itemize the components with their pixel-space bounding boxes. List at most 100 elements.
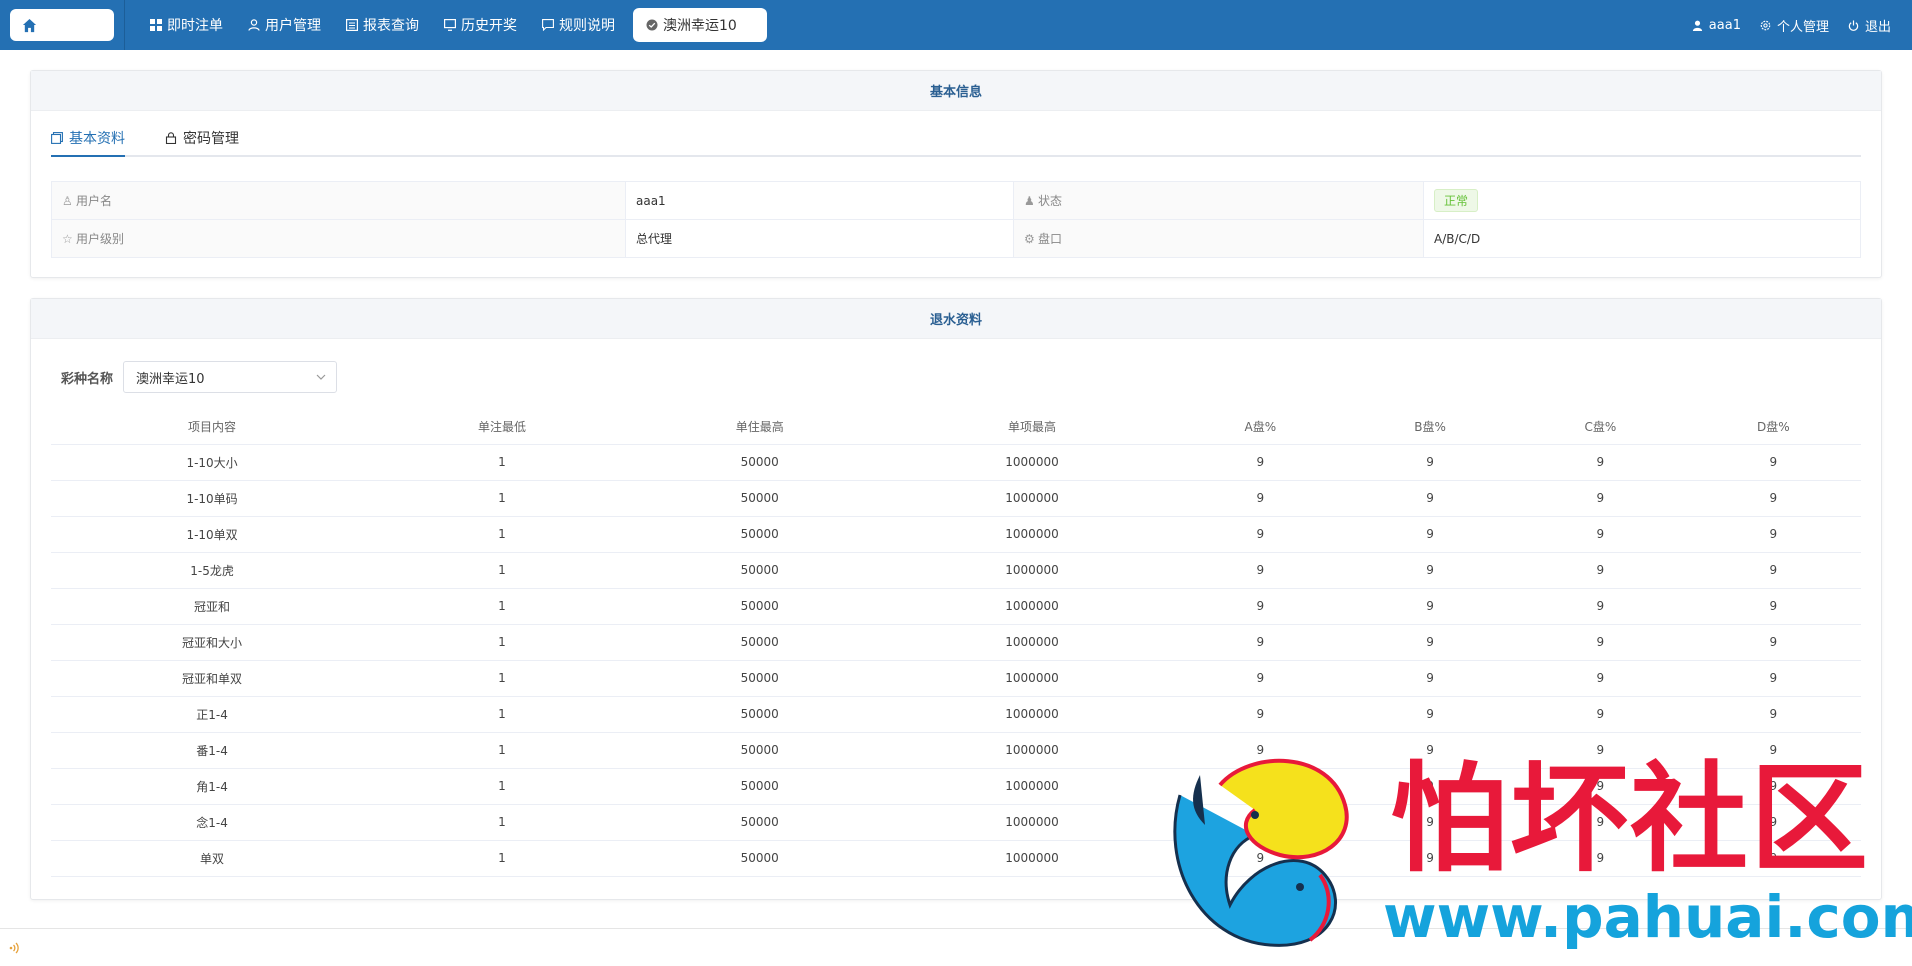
- table-cell: 冠亚和单双: [51, 660, 374, 697]
- profile-label: 个人管理: [1776, 19, 1829, 35]
- table-cell: 1: [373, 696, 631, 733]
- nav-item-rules[interactable]: 规则说明: [529, 8, 627, 42]
- table-cell: 1000000: [888, 732, 1176, 769]
- nav-item-label: 规则说明: [559, 18, 615, 34]
- table-row: 正1-4 1 50000 1000000 9 9 9 9: [51, 696, 1861, 733]
- table-cell: 念1-4: [51, 804, 374, 841]
- table-cell: 1-10大小: [51, 444, 374, 481]
- nav-item-reports[interactable]: 报表查询: [333, 8, 431, 42]
- logout-label: 退出: [1864, 19, 1891, 35]
- table-cell: 9: [1515, 696, 1686, 733]
- table-cell: 9: [1175, 696, 1346, 733]
- game-select[interactable]: 澳洲幸运10: [123, 361, 338, 393]
- table-cell: 9: [1175, 552, 1346, 589]
- check-circle-icon: [645, 19, 658, 32]
- table-cell: 番1-4: [51, 732, 374, 769]
- status-value-cell: 正常: [1423, 181, 1861, 220]
- watermark-url: www.pahuai.com: [1383, 883, 1912, 951]
- tab-password[interactable]: 密码管理: [165, 129, 239, 155]
- tab-label: 基本资料: [69, 131, 125, 147]
- table-cell: 1: [373, 804, 631, 841]
- table-cell: 50000: [630, 588, 889, 625]
- user-icon: [247, 19, 260, 32]
- level-value: 总代理: [625, 219, 1014, 258]
- table-row: 冠亚和大小 1 50000 1000000 9 9 9 9: [51, 624, 1861, 661]
- table-cell: 1: [373, 552, 631, 589]
- profile-button[interactable]: 个人管理: [1750, 8, 1838, 42]
- power-icon: [1847, 19, 1860, 32]
- table-row: 1-5龙虎 1 50000 1000000 9 9 9 9: [51, 552, 1861, 589]
- level-label-cell: ☆ 用户级别: [51, 219, 626, 258]
- column-header: C盘%: [1515, 410, 1686, 445]
- tab-current-game[interactable]: 澳洲幸运10: [633, 8, 767, 42]
- user-icon: ♙: [62, 194, 73, 208]
- table-cell: 50000: [630, 840, 889, 877]
- table-cell: 9: [1175, 588, 1346, 625]
- nav-item-users[interactable]: 用户管理: [235, 8, 333, 42]
- basic-tabs: 基本资料 密码管理: [51, 129, 1861, 157]
- column-header: 单项最高: [888, 410, 1176, 445]
- tab-basic-profile[interactable]: 基本资料: [51, 129, 125, 157]
- table-cell: 50000: [630, 732, 889, 769]
- table-cell: 9: [1685, 588, 1861, 625]
- table-cell: 9: [1685, 624, 1861, 661]
- table-cell: 1000000: [888, 624, 1176, 661]
- table-cell: 50000: [630, 768, 889, 805]
- table-cell: 9: [1685, 696, 1861, 733]
- table-cell: 1000000: [888, 840, 1176, 877]
- table-cell: 9: [1685, 516, 1861, 553]
- table-cell: 1: [373, 768, 631, 805]
- tab-label: 澳洲幸运10: [663, 18, 737, 34]
- nav-divider: [124, 0, 125, 50]
- current-user[interactable]: aaa1: [1682, 8, 1750, 42]
- table-cell: 9: [1345, 516, 1516, 553]
- table-cell: 1000000: [888, 696, 1176, 733]
- nav-item-live-bets[interactable]: 即时注单: [137, 8, 235, 42]
- logout-button[interactable]: 退出: [1838, 8, 1900, 42]
- table-cell: 1: [373, 624, 631, 661]
- nav-item-label: 报表查询: [363, 18, 419, 34]
- report-icon: [345, 19, 358, 32]
- table-cell: 9: [1175, 480, 1346, 517]
- status-label: 状态: [1038, 194, 1063, 208]
- table-cell: 9: [1345, 552, 1516, 589]
- table-cell: 1000000: [888, 516, 1176, 553]
- nav-item-label: 即时注单: [167, 18, 223, 34]
- table-cell: 1: [373, 732, 631, 769]
- table-cell: 1: [373, 480, 631, 517]
- table-row: ♙ 用户名 aaa1 ♟ 状态 正常: [51, 181, 1861, 220]
- table-cell: 1-10单双: [51, 516, 374, 553]
- table-cell: 9: [1345, 660, 1516, 697]
- table-cell: 9: [1685, 444, 1861, 481]
- table-cell: 50000: [630, 480, 889, 517]
- table-cell: 1000000: [888, 480, 1176, 517]
- table-cell: 50000: [630, 444, 889, 481]
- sound-icon[interactable]: [8, 941, 22, 955]
- table-cell: 1000000: [888, 804, 1176, 841]
- home-icon: [22, 18, 37, 32]
- table-cell: 9: [1515, 552, 1686, 589]
- nav-item-history[interactable]: 历史开奖: [431, 8, 529, 42]
- user-icon: [1691, 19, 1704, 32]
- nav-right: aaa1 个人管理 退出: [1682, 8, 1900, 42]
- table-cell: 1000000: [888, 444, 1176, 481]
- table-cell: 单双: [51, 840, 374, 877]
- table-cell: 9: [1175, 624, 1346, 661]
- table-cell: 角1-4: [51, 768, 374, 805]
- gear-icon: ⚙: [1024, 232, 1035, 246]
- table-cell: 50000: [630, 696, 889, 733]
- table-row: ☆ 用户级别 总代理 ⚙ 盘口 A/B/C/D: [51, 219, 1861, 258]
- table-cell: 9: [1515, 624, 1686, 661]
- person-icon: ♟: [1024, 194, 1035, 208]
- market-value: A/B/C/D: [1423, 219, 1861, 258]
- top-navbar: 即时注单 用户管理 报表查询 历史开奖 规则说明 澳洲幸运10 aaa1 个人管…: [0, 0, 1912, 50]
- username-label: aaa1: [1708, 17, 1741, 33]
- table-cell: 50000: [630, 552, 889, 589]
- home-button[interactable]: [10, 9, 114, 41]
- table-cell: 9: [1345, 624, 1516, 661]
- table-cell: 9: [1175, 768, 1346, 805]
- basic-info-table: ♙ 用户名 aaa1 ♟ 状态 正常 ☆ 用户级别 总代理 ⚙ 盘口 A/B/C/D: [51, 181, 1861, 258]
- table-row: 1-10大小 1 50000 1000000 9 9 9 9: [51, 444, 1861, 481]
- gear-icon: [1759, 19, 1772, 32]
- market-label: 盘口: [1038, 232, 1063, 246]
